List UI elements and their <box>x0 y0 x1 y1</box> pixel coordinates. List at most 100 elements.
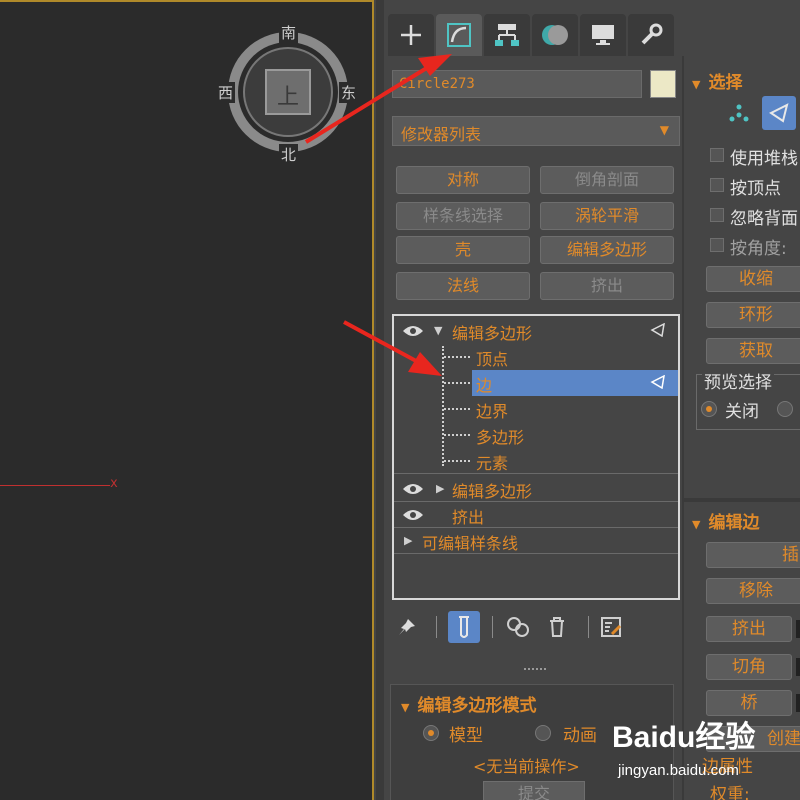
get-stack-selection-button[interactable]: 获取 <box>706 338 800 364</box>
compass-east[interactable]: 东 <box>339 82 359 103</box>
expand-right-icon[interactable]: ▶ <box>404 534 412 547</box>
subobject-edge[interactable]: 边 <box>394 370 678 396</box>
command-panel: Circle273 修改器列表 ▼ 对称 倒角剖面 样条线选择 涡轮平滑 壳 编… <box>384 0 800 800</box>
object-color-swatch[interactable] <box>650 70 676 98</box>
viewcube-face-label: 上 <box>276 85 299 110</box>
edit-edges-rollout-header[interactable]: ▼ 编辑边 <box>692 508 759 533</box>
stack-item-label: 挤出 <box>452 508 485 527</box>
preview-off-radio[interactable] <box>701 401 717 417</box>
edge-icon <box>769 103 789 123</box>
compass-north[interactable]: 北 <box>279 144 299 165</box>
insert-vertex-button[interactable]: 插 <box>706 542 800 568</box>
chamfer-settings-icon[interactable] <box>796 658 800 676</box>
selection-rollout-header[interactable]: ▼ 选择 <box>692 68 742 93</box>
eye-icon[interactable] <box>402 323 424 339</box>
subobject-vertex[interactable]: 顶点 <box>394 344 678 370</box>
mode-model-radio[interactable] <box>423 725 439 741</box>
collapse-icon: ▼ <box>692 518 701 531</box>
utilities-icon <box>641 23 663 45</box>
expand-down-icon[interactable]: ▼ <box>434 324 442 337</box>
make-unique-icon <box>507 617 529 637</box>
modifier-button-spline-select[interactable]: 样条线选择 <box>396 202 530 230</box>
stack-item-extrude[interactable]: 挤出 <box>394 502 678 528</box>
modifier-list-dropdown[interactable]: 修改器列表 ▼ <box>392 116 680 146</box>
bridge-settings-icon[interactable] <box>796 694 800 712</box>
command-panel-tabs <box>384 14 684 56</box>
modifier-button-normal[interactable]: 法线 <box>396 272 530 300</box>
tab-modify[interactable] <box>436 14 482 56</box>
subobject-label: 多边形 <box>476 428 525 447</box>
subobject-border[interactable]: 边界 <box>394 396 678 422</box>
watermark-logo: Baidu经验 <box>612 721 756 754</box>
modifier-button-turbosmooth[interactable]: 涡轮平滑 <box>540 202 674 230</box>
pin-stack-button[interactable] <box>394 614 420 640</box>
modifier-button-symmetry[interactable]: 对称 <box>396 166 530 194</box>
mode-animate-radio[interactable] <box>535 725 551 741</box>
x-axis-label: x <box>110 476 118 491</box>
remove-button[interactable]: 移除 <box>706 578 800 604</box>
modify-icon <box>447 23 471 47</box>
use-stack-selection-checkbox[interactable]: 使用堆栈 <box>710 144 800 169</box>
eye-icon[interactable] <box>402 507 424 523</box>
dropdown-arrow-icon: ▼ <box>659 123 669 137</box>
app-root: 上 南 北 西 东 x Circle273 修改器列表 ▼ 对称 倒角剖面 样条… <box>0 0 800 800</box>
configure-modifier-sets-button[interactable] <box>598 614 624 640</box>
tab-motion[interactable] <box>532 14 578 56</box>
vertex-icon <box>729 104 749 122</box>
tab-display[interactable] <box>580 14 626 56</box>
mode-model-label: 模型 <box>449 726 483 746</box>
ring-button[interactable]: 环形 <box>706 302 800 328</box>
create-icon <box>401 25 421 45</box>
tab-hierarchy[interactable] <box>484 14 530 56</box>
hierarchy-icon <box>495 24 519 46</box>
rollout-title: 编辑多边形模式 <box>417 696 537 716</box>
viewcube[interactable]: 上 南 北 西 东 <box>216 22 359 165</box>
current-operation-status: <无当前操作> <box>473 757 580 776</box>
by-angle-checkbox[interactable]: 按角度: <box>710 234 800 259</box>
extrude-settings-icon[interactable] <box>796 620 800 638</box>
ignore-backfacing-checkbox[interactable]: 忽略背面 <box>710 204 800 229</box>
compass-west[interactable]: 西 <box>216 82 236 103</box>
eye-icon[interactable] <box>402 481 424 497</box>
tab-utilities[interactable] <box>628 14 674 56</box>
shrink-button[interactable]: 收缩 <box>706 266 800 292</box>
compass-south[interactable]: 南 <box>279 22 299 43</box>
modifier-button-extrude[interactable]: 挤出 <box>540 272 674 300</box>
modifier-list-label: 修改器列表 <box>401 125 482 144</box>
by-vertex-checkbox[interactable]: 按顶点 <box>710 174 800 199</box>
vertex-level-button[interactable] <box>722 96 756 130</box>
preview-subobject-radio[interactable] <box>777 401 793 417</box>
stack-item-label: 编辑多边形 <box>452 324 533 343</box>
show-end-result-button[interactable] <box>448 611 480 643</box>
modify-left-column: Circle273 修改器列表 ▼ 对称 倒角剖面 样条线选择 涡轮平滑 壳 编… <box>384 56 680 800</box>
tab-create[interactable] <box>388 14 434 56</box>
stack-item-edit-poly[interactable]: ▶ 编辑多边形 <box>394 476 678 502</box>
expand-right-icon[interactable]: ▶ <box>436 482 444 495</box>
extrude-button[interactable]: 挤出 <box>706 616 792 642</box>
object-name-field[interactable]: Circle273 <box>392 70 642 98</box>
subobject-select-icon <box>650 323 665 337</box>
viewport[interactable]: 上 南 北 西 东 x <box>0 0 374 800</box>
stack-item-edit-poly-active[interactable]: ▼ 编辑多边形 <box>394 318 678 344</box>
modifier-button-edit-poly[interactable]: 编辑多边形 <box>540 236 674 264</box>
subobject-element[interactable]: 元素 <box>394 448 678 474</box>
modifier-button-bevel-profile[interactable]: 倒角剖面 <box>540 166 674 194</box>
end-result-icon <box>459 616 469 638</box>
modifier-button-shell[interactable]: 壳 <box>396 236 530 264</box>
rollout-title: 编辑边 <box>708 513 760 533</box>
commit-button[interactable]: 提交 <box>483 781 585 800</box>
stack-item-editable-spline[interactable]: ▶ 可编辑样条线 <box>394 528 678 554</box>
stack-item-label: 可编辑样条线 <box>422 534 519 553</box>
make-unique-button[interactable] <box>506 614 532 640</box>
edge-level-button[interactable] <box>762 96 796 130</box>
subobject-select-icon <box>650 375 665 389</box>
subobject-label: 顶点 <box>476 350 509 369</box>
viewcube-face[interactable]: 上 <box>265 69 311 115</box>
rollout-header[interactable]: ▼ 编辑多边形模式 <box>401 691 536 716</box>
panel-resize-grip[interactable] <box>524 668 546 672</box>
remove-modifier-button[interactable] <box>544 614 570 640</box>
baidu-jingyan-watermark: Baidu经验 jingyan.baidu.com <box>612 712 800 800</box>
subobject-polygon[interactable]: 多边形 <box>394 422 678 448</box>
chamfer-button[interactable]: 切角 <box>706 654 792 680</box>
rollout-title: 选择 <box>708 73 743 93</box>
